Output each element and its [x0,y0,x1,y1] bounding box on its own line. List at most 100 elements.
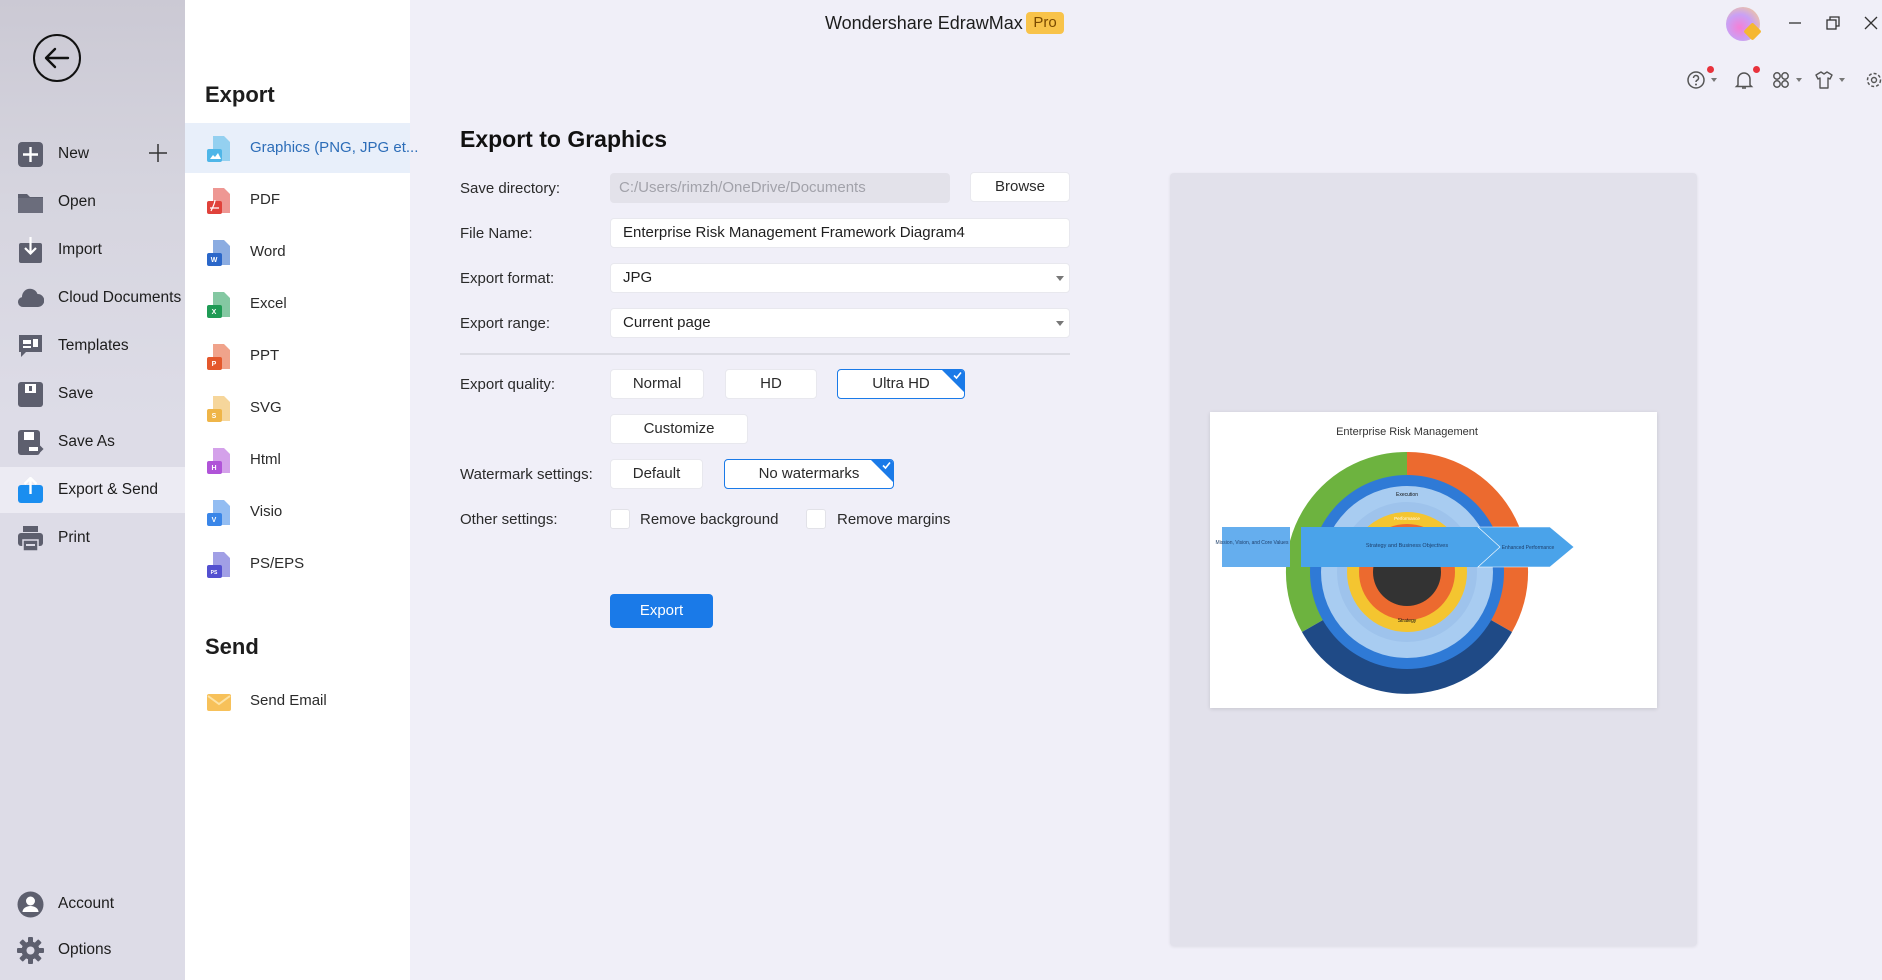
excel-file-icon: X [207,292,230,318]
notification-dot [1753,66,1760,73]
nav-item-label: Cloud Documents [58,289,182,306]
pro-badge: Pro [1026,12,1064,34]
svg-text:H: H [211,465,216,472]
send-email-item[interactable]: Send Email [185,676,410,726]
svg-text:S: S [212,413,217,420]
ring-label-strategy: Strategy [1398,618,1417,624]
remove-background-checkbox[interactable] [610,509,630,529]
watermark-none-button[interactable]: No watermarks [724,459,894,489]
folder-icon [18,194,43,213]
pdf-file-icon [207,188,230,214]
nav-item-print[interactable]: Print [0,515,185,561]
svg-text:P: P [212,361,217,368]
plus-icon[interactable] [147,142,169,164]
dropdown-caret-icon [1056,276,1064,281]
export-heading: Export [205,82,275,107]
svg-text:PS: PS [211,570,218,576]
nav-item-label: Save [58,385,94,402]
watermark-option-label: No watermarks [758,465,860,482]
browse-button[interactable]: Browse [970,172,1070,202]
back-button[interactable] [33,34,81,82]
apps-button[interactable] [1771,68,1802,92]
nav-item-cloud-documents[interactable]: Cloud Documents [0,275,185,321]
nav-item-label: Templates [58,337,129,354]
export-item-ps-eps[interactable]: PS PS/EPS [185,539,410,589]
minimize-button[interactable] [1781,10,1809,36]
export-button[interactable]: Export [610,594,713,628]
export-item-label: Visio [250,503,283,520]
bell-icon [1734,72,1754,89]
gear-icon [17,937,44,964]
remove-margins-checkbox[interactable] [806,509,826,529]
quality-hd-button[interactable]: HD [725,369,817,399]
export-item-excel[interactable]: X Excel [185,279,410,329]
export-item-word[interactable]: W Word [185,227,410,277]
diagram-title: Enterprise Risk Management [1336,426,1478,438]
export-range-label: Export range: [460,315,551,332]
save-directory-field: C:/Users/rimzh/OneDrive/Documents [610,173,950,203]
quality-ultra-hd-button[interactable]: Ultra HD [837,369,965,399]
nav-item-export-send[interactable]: Export & Send [0,467,185,513]
nav-item-templates[interactable]: Templates [0,323,185,369]
print-icon [18,526,43,552]
right-arrow-label: Enhanced Performance [1502,545,1555,551]
nav-item-label: Save As [58,433,115,450]
nav-item-save-as[interactable]: Save As [0,419,185,465]
remove-background-label: Remove background [640,511,779,528]
notification-dot [1707,66,1714,73]
export-format-select[interactable]: JPG [610,263,1070,293]
quality-option-label: Ultra HD [872,375,930,392]
account-icon [17,891,44,918]
diagram-preview: Enterprise Risk Management Mission, Visi… [1210,412,1657,708]
section-divider [460,353,1070,355]
file-name-input[interactable]: Enterprise Risk Management Framework Dia… [610,218,1070,248]
export-item-visio[interactable]: V Visio [185,487,410,537]
left-arrow [1222,527,1290,567]
restore-button[interactable] [1819,10,1847,36]
export-range-select[interactable]: Current page [610,308,1070,338]
app-title: Wondershare EdrawMax [825,13,1023,33]
export-item-graphics[interactable]: Graphics (PNG, JPG et... [185,123,418,173]
nav-item-account[interactable]: Account [0,881,185,927]
export-item-label: Html [250,451,281,468]
customize-button[interactable]: Customize [610,414,748,444]
notifications-button[interactable] [1734,68,1754,92]
restore-icon [1826,16,1840,30]
templates-icon [19,335,42,357]
graphics-file-icon [207,136,230,162]
export-item-label: Graphics (PNG, JPG et... [250,139,419,156]
nav-item-label: Import [58,241,102,258]
center-band-label: Strategy and Business Objectives [1366,543,1448,549]
nav-item-import[interactable]: Import [0,227,185,273]
remove-margins-label: Remove margins [837,511,951,528]
watermark-option-label: Default [632,465,681,482]
send-email-label: Send Email [250,692,327,709]
export-item-label: PDF [250,191,280,208]
export-icon [18,477,43,503]
minimize-icon [1789,22,1801,24]
settings-icon [1866,72,1882,88]
check-icon [953,371,962,380]
shirt-icon [1815,71,1833,89]
nav-item-new[interactable]: New [0,131,185,177]
watermark-default-button[interactable]: Default [610,459,703,489]
export-item-label: PS/EPS [250,555,305,572]
new-icon [18,142,43,167]
theme-button[interactable] [1814,68,1845,92]
chevron-down-icon [1796,78,1802,82]
nav-item-save[interactable]: Save [0,371,185,417]
nav-item-options[interactable]: Options [0,927,185,973]
settings-button[interactable] [1864,68,1882,92]
nav-item-label: Print [58,529,90,546]
export-item-label: Word [250,243,286,260]
export-item-pdf[interactable]: PDF [185,175,410,225]
close-button[interactable] [1857,10,1882,36]
export-format-value: JPG [623,269,653,286]
export-item-html[interactable]: H Html [185,435,410,485]
save-icon [18,382,43,407]
nav-item-open[interactable]: Open [0,179,185,225]
nav-item-label: Account [58,895,115,912]
export-item-svg[interactable]: S SVG [185,383,410,433]
export-item-ppt[interactable]: P PPT [185,331,410,381]
quality-normal-button[interactable]: Normal [610,369,704,399]
